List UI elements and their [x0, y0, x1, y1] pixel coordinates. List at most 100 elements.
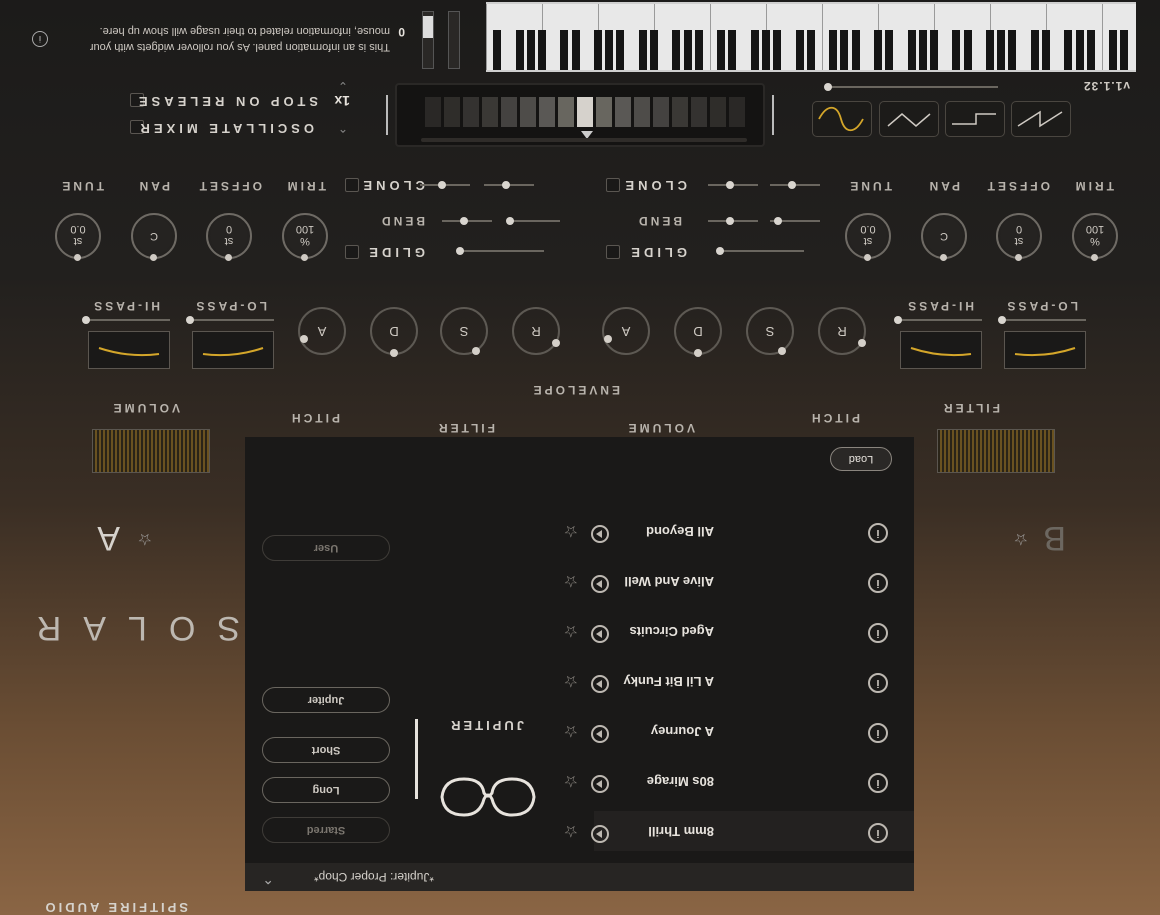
right-clone-checkbox[interactable]	[606, 178, 620, 192]
piano-black-key[interactable]	[1064, 30, 1073, 70]
left-glide-slider[interactable]	[456, 247, 544, 255]
slot-b-star-icon[interactable]: ☆	[1014, 529, 1028, 549]
slot-a-star-icon[interactable]: ☆	[138, 529, 152, 549]
mixer-cell[interactable]	[444, 97, 460, 127]
piano-black-key[interactable]	[795, 30, 804, 70]
right-tune-knob[interactable]: st 0.0	[845, 213, 891, 261]
preset-play-icon[interactable]	[591, 675, 609, 693]
piano-black-key[interactable]	[806, 30, 815, 70]
right-clone-slider-1[interactable]	[770, 181, 820, 189]
left-offset-knob[interactable]: st 0	[206, 213, 252, 261]
left-volume-mod-display[interactable]	[92, 429, 210, 473]
preset-star-icon[interactable]: ☆	[564, 721, 578, 741]
right-env-decay-knob[interactable]: D	[674, 307, 722, 357]
left-clone-slider-2[interactable]	[420, 181, 470, 189]
left-clone-slider-1[interactable]	[484, 181, 534, 189]
right-lopass-slider[interactable]	[998, 316, 1086, 324]
mixer-cell[interactable]	[463, 97, 479, 127]
piano-black-key[interactable]	[930, 30, 939, 70]
preset-info-icon[interactable]: i	[868, 823, 888, 843]
left-env-attack-knob[interactable]: A	[298, 307, 346, 355]
left-env-release-knob[interactable]: R	[512, 307, 560, 355]
piano-black-key[interactable]	[638, 30, 647, 70]
piano-keyboard[interactable]	[485, 2, 1136, 72]
piano-black-key[interactable]	[952, 30, 961, 70]
piano-black-key[interactable]	[1030, 30, 1039, 70]
preset-star-icon[interactable]: ☆	[564, 821, 578, 841]
piano-black-key[interactable]	[1075, 30, 1084, 70]
mixer-cell[interactable]	[520, 97, 536, 127]
mixer-cell[interactable]	[691, 97, 707, 127]
preset-info-icon[interactable]: i	[868, 523, 888, 543]
preset-row[interactable]: i ☆ A Journey	[564, 711, 914, 751]
piano-black-key[interactable]	[963, 30, 972, 70]
filter-pill-short[interactable]: Short	[262, 737, 390, 763]
right-trim-knob[interactable]: % 100	[1072, 213, 1118, 261]
left-hipass-curve[interactable]	[88, 331, 170, 369]
piano-black-key[interactable]	[650, 30, 659, 70]
header-chevron-icon[interactable]: ⌃	[262, 870, 274, 887]
piano-black-key[interactable]	[762, 30, 771, 70]
right-hipass-curve[interactable]	[900, 331, 982, 369]
piano-black-key[interactable]	[538, 30, 547, 70]
piano-black-key[interactable]	[616, 30, 625, 70]
mixer-cell[interactable]	[482, 97, 498, 127]
preset-star-icon[interactable]: ☆	[564, 771, 578, 791]
piano-black-key[interactable]	[717, 30, 726, 70]
preset-star-icon[interactable]: ☆	[564, 671, 578, 691]
left-tune-knob[interactable]: st 0.0	[55, 213, 101, 261]
speed-up-icon[interactable]: ⌃	[338, 121, 348, 135]
preset-row[interactable]: i ☆ A Lil Bit Funky	[564, 661, 914, 701]
left-bend-slider-2[interactable]	[442, 217, 492, 225]
piano-black-key[interactable]	[918, 30, 927, 70]
preset-play-icon[interactable]	[591, 525, 609, 543]
piano-black-key[interactable]	[1120, 30, 1129, 70]
right-clone-slider-2[interactable]	[708, 181, 758, 189]
preset-play-icon[interactable]	[591, 725, 609, 743]
right-glide-checkbox[interactable]	[606, 245, 620, 259]
filter-pill-jupiter[interactable]: Jupiter	[262, 687, 390, 713]
preset-row[interactable]: i ☆ All Beyond	[564, 511, 914, 551]
value-readout[interactable]: 0	[398, 25, 405, 39]
left-lopass-slider[interactable]	[186, 316, 274, 324]
slot-a-label[interactable]: A	[97, 518, 120, 557]
preset-row[interactable]: i ☆ 80s Mirage	[564, 761, 914, 801]
mod-wheel[interactable]	[448, 11, 460, 69]
piano-black-key[interactable]	[907, 30, 916, 70]
piano-black-key[interactable]	[571, 30, 580, 70]
mixer-cell[interactable]	[539, 97, 555, 127]
preset-play-icon[interactable]	[591, 575, 609, 593]
mixer-cell[interactable]	[672, 97, 688, 127]
piano-black-key[interactable]	[885, 30, 894, 70]
left-env-sustain-knob[interactable]: S	[440, 307, 488, 355]
preset-play-icon[interactable]	[591, 625, 609, 643]
mixer-cell[interactable]	[558, 97, 574, 127]
mixer-cell[interactable]	[653, 97, 669, 127]
left-lopass-curve[interactable]	[192, 331, 274, 369]
piano-black-key[interactable]	[728, 30, 737, 70]
preset-star-icon[interactable]: ☆	[564, 521, 578, 541]
piano-black-key[interactable]	[773, 30, 782, 70]
load-button[interactable]: Load	[830, 447, 892, 471]
mixer-cell[interactable]	[425, 97, 441, 127]
preset-info-icon[interactable]: i	[868, 623, 888, 643]
piano-black-key[interactable]	[874, 30, 883, 70]
preset-info-icon[interactable]: i	[868, 673, 888, 693]
piano-black-key[interactable]	[605, 30, 614, 70]
wave-square-button[interactable]	[945, 101, 1005, 137]
left-env-decay-knob[interactable]: D	[370, 307, 418, 357]
right-bend-slider-1[interactable]	[770, 217, 820, 225]
piano-black-key[interactable]	[526, 30, 535, 70]
piano-black-key[interactable]	[560, 30, 569, 70]
right-glide-slider[interactable]	[716, 247, 804, 255]
piano-black-key[interactable]	[840, 30, 849, 70]
left-clone-checkbox[interactable]	[345, 178, 359, 192]
right-env-release-knob[interactable]: R	[818, 307, 866, 355]
piano-black-key[interactable]	[997, 30, 1006, 70]
piano-black-key[interactable]	[750, 30, 759, 70]
left-glide-checkbox[interactable]	[345, 245, 359, 259]
right-filter-mod-display[interactable]	[937, 429, 1055, 473]
filter-pill-long[interactable]: Long	[262, 777, 390, 803]
mixer-cell[interactable]	[596, 97, 612, 127]
mixer-cell[interactable]	[710, 97, 726, 127]
